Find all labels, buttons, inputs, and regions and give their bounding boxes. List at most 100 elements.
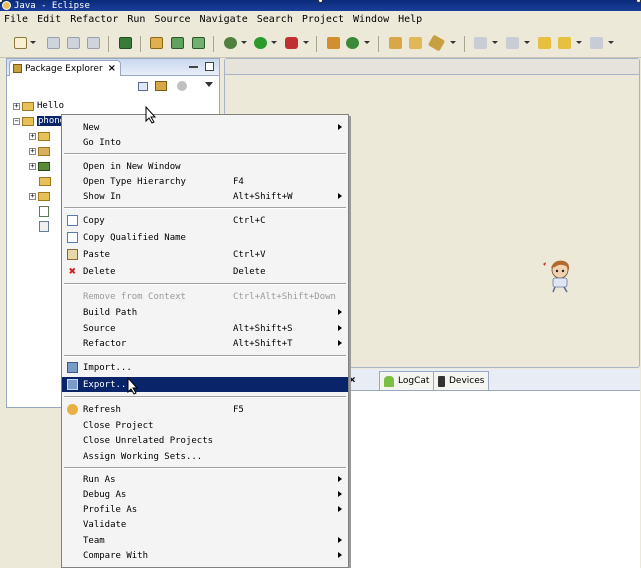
print-icon[interactable] [87, 37, 100, 49]
menu-item-source[interactable]: Source Alt+Shift+S [62, 321, 348, 336]
menu-item-refresh[interactable]: Refresh F5 [62, 402, 348, 417]
maximize-icon[interactable] [205, 62, 214, 71]
package-explorer-tabbar: Package Explorer × [7, 59, 219, 76]
menu-navigate[interactable]: Navigate [200, 14, 248, 25]
package-explorer-icon [13, 64, 22, 73]
tab-package-explorer[interactable]: Package Explorer × [9, 60, 122, 76]
menu-file[interactable]: File [4, 14, 28, 25]
chevron-down-icon[interactable] [608, 41, 614, 44]
external-tools-icon[interactable] [285, 37, 298, 49]
menu-item-compare-with[interactable]: Compare With [62, 548, 348, 563]
link-with-editor-icon[interactable] [155, 81, 167, 91]
menu-item-assign-working-sets[interactable]: Assign Working Sets... [62, 449, 348, 464]
collapse-icon[interactable]: − [13, 117, 20, 125]
android-sdk-icon[interactable] [119, 37, 132, 49]
forward-arrow-icon[interactable] [590, 37, 603, 49]
menu-item-close-project[interactable]: Close Project [62, 418, 348, 433]
menu-item-paste[interactable]: Paste Ctrl+V [62, 247, 348, 262]
chevron-down-icon[interactable] [576, 41, 582, 44]
menu-refactor[interactable]: Refactor [70, 14, 118, 25]
search-folder-icon[interactable] [409, 37, 422, 49]
tab-logcat[interactable]: LogCat [379, 371, 435, 390]
chevron-down-icon[interactable] [241, 41, 247, 44]
chevron-down-icon[interactable] [303, 41, 309, 44]
menu-item-delete[interactable]: ✖ Delete Delete [62, 264, 348, 279]
tree-item-phone[interactable]: − phone [13, 114, 67, 128]
save-icon[interactable] [47, 37, 60, 49]
save-all-icon[interactable] [67, 37, 80, 49]
previous-annotation-icon[interactable] [506, 37, 519, 49]
menu-item-build-path[interactable]: Build Path [62, 305, 348, 320]
menu-item-open-type-hierarchy[interactable]: Open Type Hierarchy F4 [62, 174, 348, 189]
chevron-down-icon[interactable] [492, 41, 498, 44]
new-java-project-icon[interactable] [150, 37, 163, 49]
tree-child-row[interactable]: + [29, 159, 53, 173]
menu-item-open-in-new-window[interactable]: Open in New Window [62, 159, 348, 174]
close-icon[interactable]: × [108, 63, 116, 74]
phone-icon [438, 375, 445, 387]
expand-icon[interactable]: + [29, 162, 36, 170]
menu-item-close-unrelated-projects[interactable]: Close Unrelated Projects [62, 433, 348, 448]
menu-item-copy[interactable]: Copy Ctrl+C [62, 213, 348, 228]
menu-item-export[interactable]: Export... [62, 377, 348, 392]
submenu-arrow-icon [338, 506, 342, 512]
collapse-all-icon[interactable] [138, 82, 148, 91]
tree-child-row[interactable] [39, 204, 49, 218]
menu-edit[interactable]: Edit [37, 14, 61, 25]
back-arrow-icon[interactable] [558, 37, 571, 49]
menu-item-go-into[interactable]: Go Into [62, 135, 348, 150]
tab-devices[interactable]: Devices [433, 371, 490, 390]
chevron-down-icon[interactable] [30, 41, 36, 44]
tree-item-hello[interactable]: + Hello [13, 99, 64, 113]
open-type-icon[interactable] [327, 37, 340, 49]
menu-item-show-in[interactable]: Show In Alt+Shift+W [62, 189, 348, 204]
menu-item-run-as[interactable]: Run As [62, 472, 348, 487]
new-package-icon[interactable] [171, 37, 184, 49]
tree-child-row[interactable]: + [29, 144, 53, 158]
menu-run[interactable]: Run [127, 14, 145, 25]
close-icon[interactable]: × [349, 373, 356, 386]
new-class-icon[interactable] [192, 37, 205, 49]
menu-item-new[interactable]: New [62, 120, 348, 135]
open-folder-icon[interactable] [389, 37, 402, 49]
menu-search[interactable]: Search [257, 14, 293, 25]
source-folder-icon [38, 131, 50, 141]
next-annotation-icon[interactable] [474, 37, 487, 49]
chevron-down-icon[interactable] [364, 41, 370, 44]
menu-window[interactable]: Window [353, 14, 389, 25]
menu-item-copy-qualified-name[interactable]: Copy Qualified Name [62, 230, 348, 245]
tree-child-row[interactable] [39, 219, 49, 233]
menu-item-validate[interactable]: Validate [62, 517, 348, 532]
debug-icon[interactable] [224, 37, 237, 49]
expand-icon[interactable]: + [29, 192, 36, 200]
minimize-icon[interactable] [189, 62, 198, 68]
folder-icon [38, 191, 50, 201]
tree-child-row[interactable]: + [29, 129, 53, 143]
run-icon[interactable] [254, 37, 267, 49]
menu-help[interactable]: Help [398, 14, 422, 25]
chevron-down-icon[interactable] [450, 41, 456, 44]
pen-icon[interactable] [427, 34, 446, 52]
view-menu-icon[interactable] [177, 81, 187, 91]
import-icon [67, 362, 78, 373]
expand-icon[interactable]: + [29, 147, 36, 155]
last-edit-icon[interactable] [538, 37, 551, 49]
expand-icon[interactable]: + [29, 132, 36, 140]
menu-item-team[interactable]: Team [62, 533, 348, 548]
expand-icon[interactable]: + [13, 102, 20, 110]
open-task-icon[interactable] [346, 37, 359, 49]
menu-item-import[interactable]: Import... [62, 360, 348, 375]
menu-source[interactable]: Source [154, 14, 190, 25]
menu-item-profile-as[interactable]: Profile As [62, 502, 348, 517]
chevron-down-icon[interactable] [271, 41, 277, 44]
menu-item-debug-as[interactable]: Debug As [62, 487, 348, 502]
chevron-down-icon[interactable] [205, 82, 213, 87]
new-icon[interactable] [14, 37, 27, 49]
chevron-down-icon[interactable] [524, 41, 530, 44]
menu-item-refactor[interactable]: Refactor Alt+Shift+T [62, 336, 348, 351]
character-sprite [543, 260, 570, 293]
bottom-panel-tabbar: × LogCat Devices [346, 369, 640, 391]
tree-child-row[interactable]: + [29, 189, 53, 203]
tree-child-row[interactable] [39, 174, 54, 188]
menu-project[interactable]: Project [302, 14, 344, 25]
